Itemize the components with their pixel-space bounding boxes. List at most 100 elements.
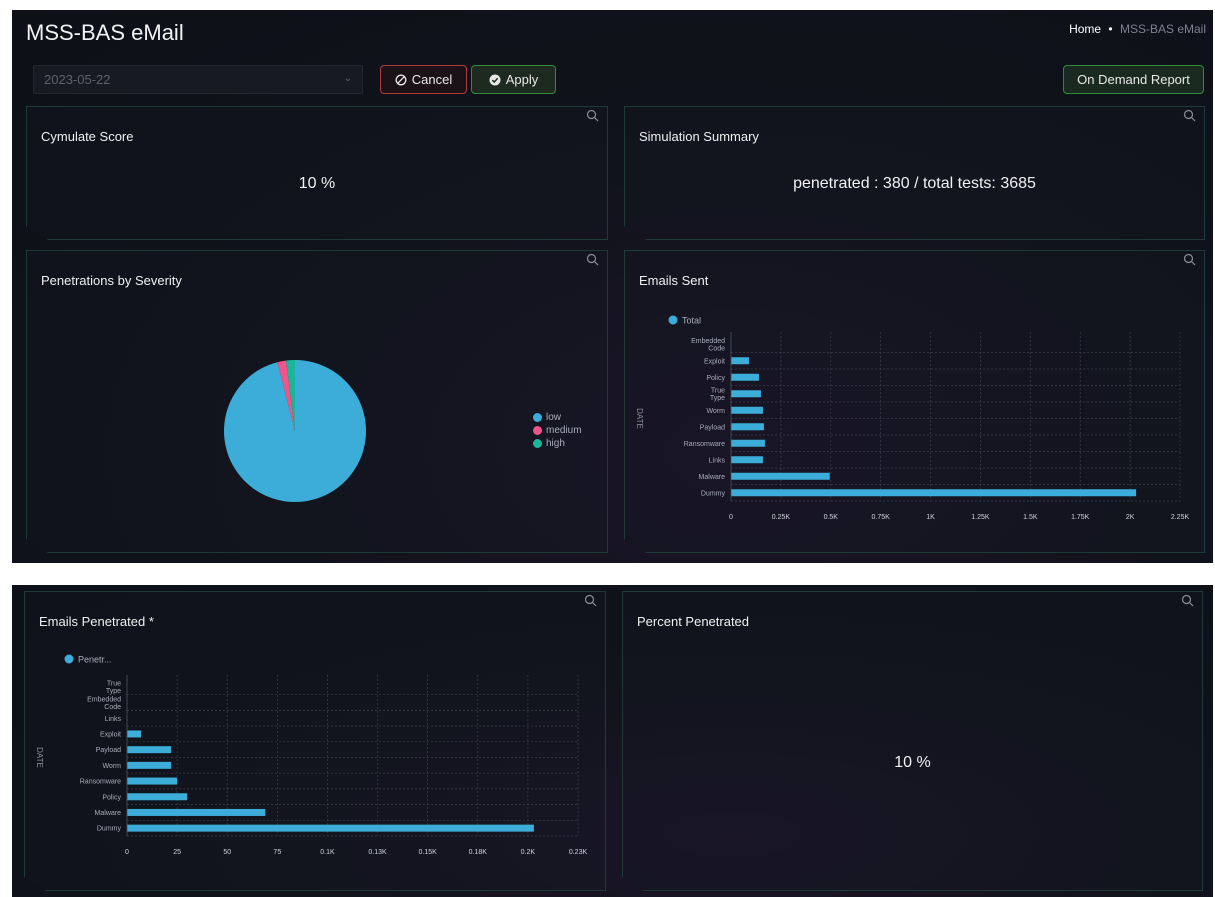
cancel-label: Cancel: [411, 72, 453, 87]
legend-dot: [533, 413, 542, 422]
category-label: Type: [710, 395, 725, 402]
bar: [731, 456, 763, 463]
apply-label: Apply: [505, 72, 539, 87]
category-label: Malware: [699, 474, 726, 481]
breadcrumb: Home • MSS-BAS eMail: [1069, 22, 1206, 36]
breadcrumb-current: MSS-BAS eMail: [1119, 22, 1206, 36]
emails-penetrated-title: Emails Penetrated *: [39, 614, 154, 629]
emails-penetrated-panel: Emails Penetrated * Penetr... DATE 0 25 50 75…: [24, 591, 606, 891]
percent-penetrated-title: Percent Penetrated: [637, 614, 750, 629]
legend-dot: [669, 316, 678, 325]
breadcrumb-separator: •: [1108, 22, 1113, 36]
category-label: Policy: [102, 794, 121, 801]
emails-sent-title: Emails Sent: [639, 273, 709, 288]
emails-penetrated-chart: Penetr... DATE 0 25 50 75 0.1K 0.13K 0.15K 0.18K 0…: [25, 644, 605, 884]
penetrations-by-severity-panel: Penetrations by Severity low medium high: [26, 250, 608, 553]
category-label: Links: [105, 716, 122, 723]
on-demand-report-button[interactable]: On Demand Report: [1063, 65, 1204, 94]
legend-label: Penetr...: [78, 655, 112, 665]
legend-label: Total: [682, 316, 701, 326]
zoom-icon[interactable]: [586, 109, 599, 125]
emails-sent-panel: Emails Sent Total DATE 0 0.25K 0.5K 0.75K 1K 1.…: [624, 250, 1205, 553]
category-label: True: [711, 388, 725, 395]
bar: [731, 390, 761, 397]
category-label: Worm: [102, 763, 121, 770]
date-select-value: 2023-05-22: [44, 72, 111, 87]
simulation-summary-value: penetrated : 380 / total tests: 3685: [793, 175, 1036, 192]
x-tick-label: 0: [125, 849, 129, 856]
zoom-icon[interactable]: [586, 253, 599, 269]
date-select[interactable]: 2023-05-22 ⌄: [33, 65, 363, 94]
zoom-icon[interactable]: [1181, 594, 1194, 610]
zoom-icon[interactable]: [584, 594, 597, 610]
percent-penetrated-value: 10 %: [894, 754, 931, 771]
zoom-icon[interactable]: [1183, 109, 1196, 125]
legend-dot: [65, 655, 74, 664]
category-label: Code: [708, 346, 725, 353]
chevron-down-icon: ⌄: [343, 73, 352, 84]
check-circle-icon: [489, 74, 501, 85]
x-tick-label: 2K: [1126, 514, 1135, 521]
dashboard-top-section: MSS-BAS eMail Home • MSS-BAS eMail 2023-…: [12, 10, 1213, 563]
category-label: Policy: [706, 375, 725, 382]
category-label: Embedded: [691, 338, 725, 345]
x-tick-label: 0.25K: [772, 514, 791, 521]
x-tick-label: 1.25K: [971, 514, 990, 521]
category-label: Links: [709, 457, 726, 464]
cancel-button[interactable]: Cancel: [380, 65, 467, 94]
legend-item-medium[interactable]: medium: [533, 424, 582, 437]
bar: [731, 357, 749, 364]
x-tick-label: 0.5K: [824, 514, 839, 521]
x-tick-label: 0.18K: [469, 849, 488, 856]
bar: [731, 489, 1136, 496]
cymulate-score-value: 10 %: [298, 175, 336, 192]
x-tick-label: 0.15K: [419, 849, 438, 856]
bar: [127, 809, 265, 816]
legend-dot: [533, 426, 542, 435]
category-label: Embedded: [87, 696, 121, 703]
pie-slice-low: [224, 360, 366, 502]
apply-button[interactable]: Apply: [471, 65, 556, 94]
category-label: Exploit: [100, 731, 121, 738]
category-label: Payload: [96, 747, 121, 754]
legend-label: high: [546, 438, 565, 449]
on-demand-report-label: On Demand Report: [1077, 72, 1190, 87]
x-tick-label: 2.25K: [1171, 514, 1190, 521]
x-tick-label: 1K: [926, 514, 935, 521]
breadcrumb-home[interactable]: Home: [1069, 22, 1101, 36]
penetrations-by-severity-title: Penetrations by Severity: [41, 273, 182, 288]
dashboard-bottom-section: Emails Penetrated * Penetr... DATE 0 25 50 75…: [12, 585, 1213, 897]
bar: [731, 423, 764, 430]
x-tick-label: 0.23K: [569, 849, 588, 856]
bar: [127, 730, 141, 737]
category-label: True: [107, 681, 121, 688]
zoom-icon[interactable]: [1183, 253, 1196, 269]
bar: [127, 778, 177, 785]
x-tick-label: 25: [173, 849, 181, 856]
category-label: Malware: [95, 810, 122, 817]
bar: [731, 374, 759, 381]
category-label: Ransomware: [684, 441, 725, 448]
legend-item-low[interactable]: low: [533, 411, 582, 424]
category-label: Code: [104, 704, 121, 711]
category-label: Payload: [700, 424, 725, 431]
category-label: Dummy: [97, 826, 122, 833]
y-axis-title: DATE: [35, 747, 44, 768]
legend-label: medium: [546, 425, 582, 436]
x-tick-label: 1.75K: [1071, 514, 1090, 521]
legend-label: low: [546, 412, 562, 423]
category-label: Worm: [706, 408, 725, 415]
x-tick-label: 1.5K: [1023, 514, 1038, 521]
percent-penetrated-panel: Percent Penetrated 10 %: [622, 591, 1203, 891]
bar: [731, 440, 765, 447]
category-label: Dummy: [701, 490, 726, 497]
x-tick-label: 0: [729, 514, 733, 521]
y-axis-title: DATE: [635, 408, 644, 429]
cymulate-score-title: Cymulate Score: [41, 129, 134, 144]
legend-item-high[interactable]: high: [533, 437, 582, 450]
cymulate-score-panel: Cymulate Score 10 %: [26, 106, 608, 240]
legend-dot: [533, 439, 542, 448]
x-tick-label: 0.1K: [320, 849, 335, 856]
x-tick-label: 50: [223, 849, 231, 856]
bar: [731, 407, 763, 414]
